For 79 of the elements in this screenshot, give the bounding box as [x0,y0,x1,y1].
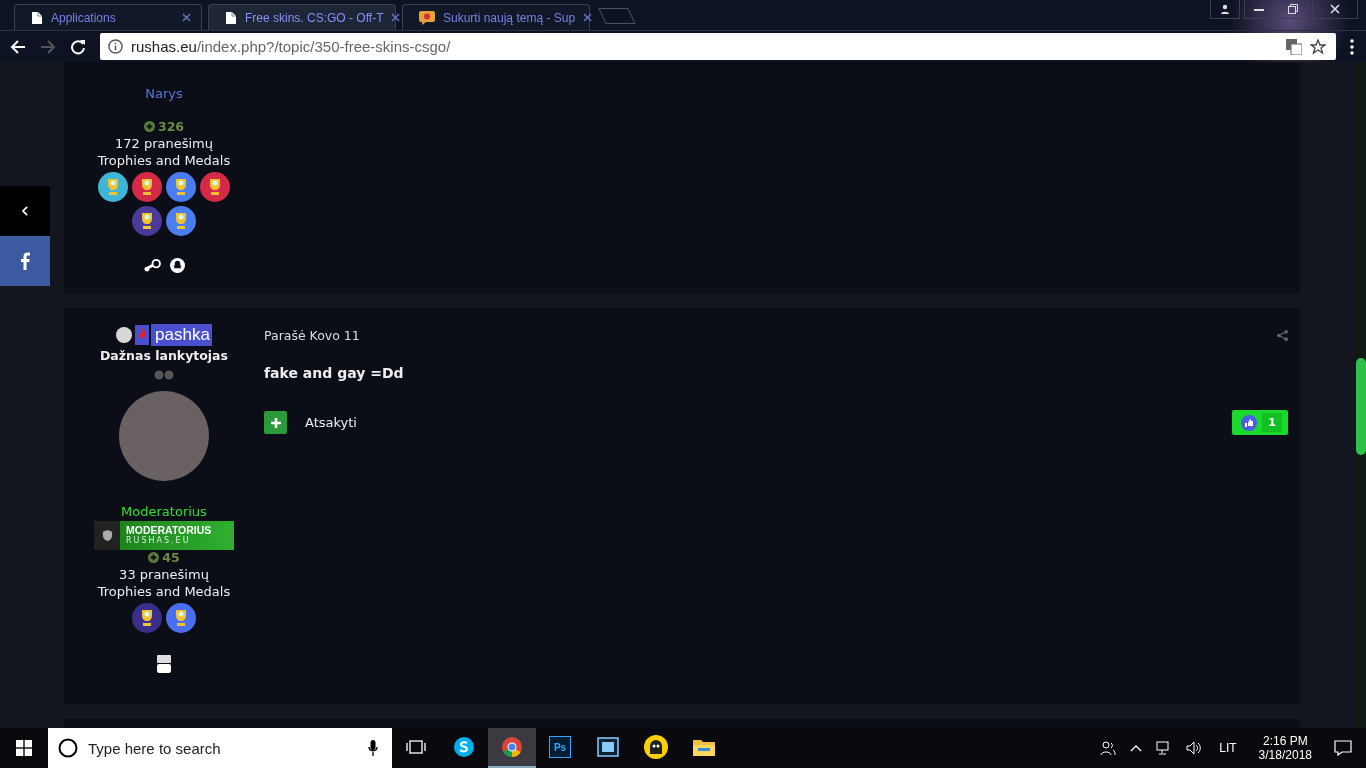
star-icon[interactable] [1310,38,1326,55]
post-count: 33 pranešimų [119,567,209,582]
reply-plus-button[interactable] [264,411,287,434]
reputation-count: 326 [143,119,185,134]
trophy-icon[interactable] [132,172,162,202]
reload-icon[interactable] [70,38,86,55]
user-title: Dažnas lankytojas [100,348,228,363]
chat-bubble-icon [419,10,435,25]
reputation-count: 45 [148,550,180,565]
rank-pips-icon [154,370,174,380]
banner-subtitle: RUSHAS.EU [126,536,192,545]
trophy-icon[interactable] [166,172,196,202]
forward-arrow-icon[interactable] [40,38,56,55]
restore-icon[interactable] [1278,0,1308,19]
film-strip-icon [597,737,619,757]
plus-circle-icon [148,552,160,563]
close-icon[interactable] [182,13,191,22]
like-count: 1 [1262,413,1282,432]
username[interactable]: pashka [151,324,212,346]
ghost-icon[interactable] [169,258,185,273]
profile-icon[interactable] [1210,0,1240,19]
notifications-icon[interactable] [1334,740,1352,756]
trophy-icon[interactable] [166,603,196,633]
post-text: fake and gay =Dd [264,365,405,381]
trophy-icon[interactable] [98,172,128,202]
scrollbar-thumb[interactable] [1356,358,1366,455]
close-icon[interactable] [583,13,593,22]
banner-title: MODERATORIUS [126,524,212,536]
member-rank: Narys [145,86,183,101]
taskbar-search-bar[interactable]: Type here to search [48,728,392,768]
close-icon[interactable] [1312,0,1358,19]
trophies-heading: Trophies and Medals [97,153,231,168]
task-view-icon [406,739,426,755]
post-count: 172 pranešimų [114,136,213,151]
chevron-left-icon [21,206,29,216]
chevron-up-icon[interactable] [1130,744,1143,752]
share-icon[interactable] [1277,330,1288,341]
browser-tab[interactable]: Sukurti naują temą - Sup [402,4,590,30]
photoshop-icon: Ps [549,736,571,758]
clock-time[interactable]: 2:16 PM [1262,734,1308,748]
language-indicator[interactable]: LIT [1219,741,1237,755]
shield-icon [101,529,113,542]
address-bar[interactable]: rushas.eu/index.php?/topic/350-free-skins-csgo/ [100,33,1336,60]
search-input[interactable]: Type here to search [86,738,360,758]
trophy-icon[interactable] [132,206,162,236]
document-icon [31,10,43,25]
reply-link[interactable]: Atsakyti [305,415,357,430]
post-date: Parašė Kovo 11 [264,328,360,343]
chrome-icon [501,736,523,758]
flame-icon [135,325,150,345]
minimize-icon[interactable] [1244,0,1274,19]
plus-icon [270,417,281,428]
plus-circle-icon [143,121,155,132]
trophies-heading: Trophies and Medals [97,584,231,599]
trophy-icon[interactable] [132,603,162,633]
circle-icon [58,738,78,758]
ghost-icon [644,735,668,759]
close-icon[interactable] [391,13,401,22]
facebook-button[interactable] [0,236,50,286]
back-arrow-icon[interactable] [10,38,26,55]
windows-logo-icon[interactable] [16,740,32,756]
clock-date[interactable]: 3/18/2018 [1258,748,1312,762]
url-text: rushas.eu/index.php?/topic/350-free-skins-csgo/ [131,38,451,55]
skype-icon [453,736,475,758]
taskbar-app[interactable] [488,728,536,768]
group-name: Moderatorius [121,504,207,519]
trophy-icon[interactable] [200,172,230,202]
microphone-icon[interactable] [368,740,378,756]
facebook-icon [20,252,30,270]
folder-icon [693,738,715,756]
people-icon[interactable] [1100,740,1117,756]
info-icon[interactable] [108,39,123,54]
browser-tab[interactable]: Applications [14,4,202,30]
speaker-icon[interactable] [1186,741,1203,755]
taskbar-app[interactable]: Ps [536,728,584,768]
menu-icon[interactable] [1350,38,1354,55]
thumbs-up-icon [1241,414,1258,431]
document-icon [225,10,237,25]
trophy-icon[interactable] [166,206,196,236]
